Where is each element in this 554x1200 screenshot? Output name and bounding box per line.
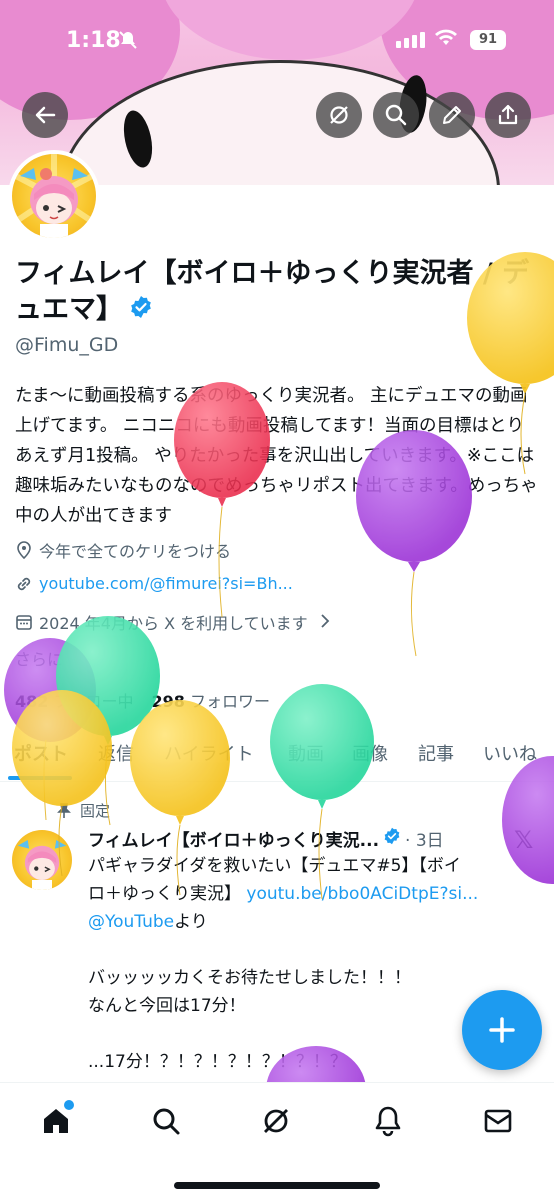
grok-button[interactable] bbox=[316, 92, 362, 138]
search-button[interactable] bbox=[373, 92, 419, 138]
calendar-icon bbox=[16, 615, 32, 630]
search-icon bbox=[385, 104, 407, 126]
joined-row[interactable]: 2024 年4月から X を利用しています bbox=[15, 610, 330, 634]
profile-link[interactable]: youtube.com/@fimurei?si=Bh... bbox=[39, 574, 293, 593]
edit-icon bbox=[443, 106, 461, 124]
avatar-image bbox=[12, 154, 96, 238]
grok-icon bbox=[330, 106, 348, 124]
post-mention[interactable]: @YouTube bbox=[88, 912, 174, 932]
location-row: 今年で全てのケリをつける bbox=[15, 538, 231, 562]
pinned-label: 固定 bbox=[80, 802, 111, 820]
grok-icon bbox=[264, 1109, 288, 1133]
profile-handle: @Fimu_GD bbox=[15, 334, 119, 356]
following-label: フォロー中 bbox=[53, 692, 134, 711]
tab-highlights[interactable]: ハイライト bbox=[164, 740, 254, 766]
back-button[interactable] bbox=[22, 92, 68, 138]
following-stat[interactable]: 482 フォロー中 bbox=[15, 688, 134, 712]
bell-icon bbox=[375, 1106, 401, 1137]
nav-search[interactable] bbox=[146, 1101, 186, 1141]
avatar-image bbox=[17, 840, 67, 890]
active-tab-indicator bbox=[8, 776, 72, 780]
profile-avatar[interactable] bbox=[8, 150, 100, 242]
verified-badge-icon bbox=[383, 827, 401, 850]
home-indicator bbox=[174, 1182, 380, 1189]
followers-count: 298 bbox=[151, 692, 185, 711]
post-time: · 3日 bbox=[405, 831, 444, 851]
follow-stats: 482 フォロー中 298 フォロワー bbox=[15, 688, 270, 712]
location-icon bbox=[17, 541, 31, 559]
more-link[interactable]: さらに bbox=[15, 646, 63, 670]
post-line: パギャラダイダを救いたい【デュエマ#5】【ボイ bbox=[88, 856, 461, 876]
pin-icon bbox=[57, 802, 71, 818]
joined-text: 2024 年4月から X を利用しています bbox=[39, 614, 308, 633]
verified-badge-icon bbox=[129, 293, 153, 329]
post-link[interactable]: youtu.be/bbo0ACiDtpE?si... bbox=[246, 884, 478, 904]
following-count: 482 bbox=[15, 692, 49, 711]
link-icon bbox=[17, 577, 31, 590]
profile-tabs: ポスト 返信 ハイライト 動画 画像 記事 いいね bbox=[0, 730, 554, 782]
x-logo-icon: 𝕏 bbox=[514, 826, 534, 854]
share-icon bbox=[498, 104, 518, 125]
signal-icon bbox=[396, 32, 425, 48]
post-text-segment: ロ＋ゆっくり実況】 bbox=[88, 884, 247, 904]
tab-replies[interactable]: 返信 bbox=[98, 740, 134, 766]
post-text-segment: より bbox=[174, 912, 208, 932]
search-icon bbox=[153, 1108, 180, 1135]
plus-icon bbox=[489, 1017, 515, 1043]
compose-button[interactable] bbox=[462, 990, 542, 1070]
mail-icon bbox=[484, 1109, 512, 1133]
post-header: フィムレイ【ボイロ＋ゆっくり実況... · 3日 bbox=[88, 826, 444, 851]
nav-grok[interactable] bbox=[256, 1101, 296, 1141]
location-text: 今年で全てのケリをつける bbox=[39, 542, 232, 561]
post-author-avatar[interactable] bbox=[12, 830, 72, 890]
share-button[interactable] bbox=[485, 92, 531, 138]
silent-bell-icon bbox=[118, 30, 138, 55]
profile-name: フィムレイ【ボイロ＋ゆっくり実況者 / デュエマ】 bbox=[15, 256, 535, 329]
post-line: @YouTubeより bbox=[88, 908, 548, 936]
followers-label: フォロワー bbox=[190, 692, 271, 711]
tab-images[interactable]: 画像 bbox=[352, 740, 388, 766]
chevron-right-icon bbox=[320, 613, 330, 632]
home-notification-dot bbox=[64, 1100, 74, 1110]
status-time: 1:18 bbox=[66, 28, 121, 53]
tab-videos[interactable]: 動画 bbox=[288, 740, 324, 766]
battery-indicator: 91 bbox=[470, 30, 506, 50]
profile-bio: たま〜に動画投稿する系のゆっくり実況者。 主にデュエマの動画上げてます。 ニコニ… bbox=[15, 386, 538, 526]
post-line: バッッッッカくそお待たせしました！！！ bbox=[88, 968, 411, 988]
tab-posts[interactable]: ポスト bbox=[14, 740, 68, 766]
tab-likes[interactable]: いいね bbox=[483, 740, 537, 766]
post-author-name[interactable]: フィムレイ【ボイロ＋ゆっくり実況... bbox=[88, 826, 379, 851]
arrow-left-icon bbox=[35, 106, 56, 124]
nav-notifications[interactable] bbox=[368, 1101, 408, 1141]
link-row: youtube.com/@fimurei?si=Bh... bbox=[15, 574, 293, 593]
wifi-icon bbox=[434, 28, 458, 52]
edit-button[interactable] bbox=[429, 92, 475, 138]
display-name: フィムレイ【ボイロ＋ゆっくり実況者 / デュエマ】 bbox=[15, 258, 530, 325]
followers-stat[interactable]: 298 フォロワー bbox=[152, 688, 271, 712]
tab-articles[interactable]: 記事 bbox=[418, 740, 454, 766]
pinned-indicator: 固定 bbox=[56, 800, 110, 821]
status-bar: 1:18 91 bbox=[0, 0, 554, 80]
nav-messages[interactable] bbox=[478, 1101, 518, 1141]
post-line: ロ＋ゆっくり実況】 youtu.be/bbo0ACiDtpE?si... bbox=[88, 880, 548, 908]
balloon-green bbox=[56, 616, 160, 826]
post-spacer bbox=[88, 936, 548, 964]
